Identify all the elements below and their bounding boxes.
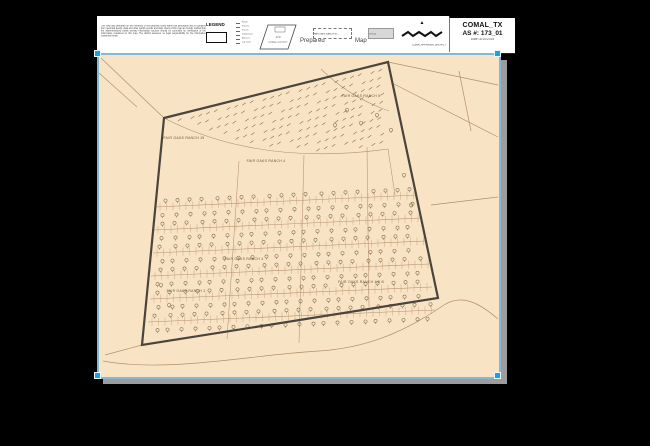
legend-item-label: Roads xyxy=(241,21,248,23)
legend-box: LEGEND xyxy=(206,23,234,43)
legend-item-list: Roads Streams Parcels Subdivisions Abstracts… xyxy=(236,21,258,46)
inset-sheet-number: 173 xyxy=(275,35,280,39)
legend-item-label: Parcels xyxy=(241,29,249,31)
county-title: COMAL_TX xyxy=(462,22,503,29)
legend-item: City Limits xyxy=(236,41,258,46)
subdivision-label: FAIR OAKS RANCH 4/5 B xyxy=(338,280,384,284)
plat-map: FAIR OAKS RANCH 5 FAIR OAKS RANCH 19 FAIR … xyxy=(99,55,499,377)
subdivision-label: FAIR OAKS RANCH 4 xyxy=(247,159,286,163)
logo-caption: COMAL APPRAISAL DISTRICT xyxy=(412,44,446,47)
legend-item-label: Abstracts xyxy=(241,37,250,39)
selection-handle-top-left[interactable] xyxy=(94,50,101,57)
subdivision-label: FAIR OAKS RANCH 19 xyxy=(163,136,204,140)
legend-item-label: Subdivisions xyxy=(241,33,253,35)
legend-symbol xyxy=(236,30,240,34)
sheet-header: This map was prepared for the inventory … xyxy=(97,16,515,62)
canvas-background: This map was prepared for the inventory … xyxy=(0,0,650,446)
legend-symbol xyxy=(236,42,240,46)
subdivision-label: FAIR OAKS RANCH 1 xyxy=(167,289,206,293)
legend-swatch xyxy=(206,32,227,43)
legend-symbol xyxy=(236,26,240,30)
legend-item-label: City Limits xyxy=(241,41,251,43)
prepared-value: FAIR OAKS RANCH 4/5 xyxy=(314,32,338,35)
prepared-value-box: FAIR OAKS RANCH 4/5 xyxy=(313,28,352,39)
disclaimer-block: This map was prepared for the inventory … xyxy=(101,25,207,49)
inset-county-label: COMAL COUNTY xyxy=(268,41,288,44)
location-inset: 173 COMAL COUNTY xyxy=(259,24,297,50)
disclaimer-text: This map was prepared for the inventory … xyxy=(101,25,206,38)
selection-handle-bottom-right[interactable] xyxy=(494,372,501,379)
north-arrow-icon: ▲ xyxy=(419,20,425,26)
inset-parallelogram: 173 COMAL COUNTY xyxy=(259,24,297,50)
subdivision-label: FAIR OAKS RANCH 5 xyxy=(342,94,381,98)
sheet-date: Date: 8/10/2015 xyxy=(470,38,495,42)
sheet-title-box: COMAL_TX AS #: 173_01 Date: 8/10/2015 xyxy=(449,16,515,52)
legend-symbol xyxy=(236,22,240,26)
map-number-value-box: 173_01 xyxy=(368,28,394,39)
map-number-value: 173_01 xyxy=(369,32,377,35)
zigzag-logo-icon xyxy=(401,30,443,38)
legend-title: LEGEND xyxy=(206,23,225,28)
legend-item-label: Streams xyxy=(241,25,249,27)
selection-handle-top-right[interactable] xyxy=(494,50,501,57)
selection-handle-bottom-left[interactable] xyxy=(94,372,101,379)
map-paper xyxy=(99,55,499,377)
legend-symbol xyxy=(236,34,240,38)
abstract-sheet-number: AS #: 173_01 xyxy=(462,30,503,37)
agency-logo: ▲ COMAL APPRAISAL DISTRICT xyxy=(397,21,447,50)
map-frame[interactable]: FAIR OAKS RANCH 5 FAIR OAKS RANCH 19 FAIR … xyxy=(97,53,501,379)
legend-symbol xyxy=(236,38,240,42)
subdivision-label: FAIR OAKS RANCH 4 xyxy=(225,257,264,261)
